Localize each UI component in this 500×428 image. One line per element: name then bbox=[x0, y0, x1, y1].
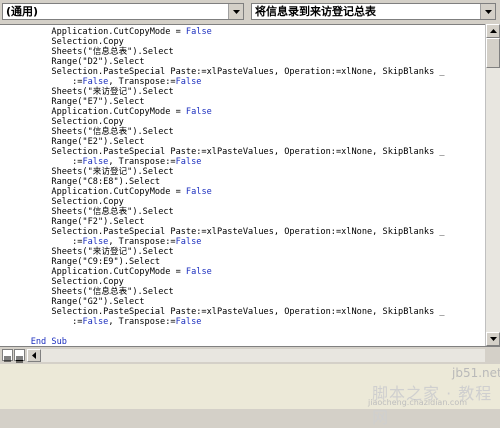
code-line[interactable]: Application.CutCopyMode = False bbox=[10, 267, 212, 277]
object-combo-value: (通用) bbox=[6, 5, 39, 18]
code-text: := bbox=[10, 317, 83, 327]
code-text: , Transpose:= bbox=[108, 157, 176, 167]
procedure-combo-value: 将信息录到来访登记总表 bbox=[255, 5, 376, 18]
code-line[interactable]: :=False, Transpose:=False bbox=[10, 157, 201, 167]
code-keyword: False bbox=[82, 237, 109, 247]
code-line[interactable]: Selection.PasteSpecial Paste:=xlPasteVal… bbox=[10, 67, 445, 77]
code-text: Application.CutCopyMode = bbox=[10, 107, 186, 117]
code-text: Selection.Copy bbox=[10, 277, 124, 287]
code-text: Selection.PasteSpecial Paste:=xlPasteVal… bbox=[10, 227, 445, 237]
code-line[interactable]: Sheets("信息总表").Select bbox=[10, 127, 174, 137]
code-keyword: False bbox=[175, 317, 202, 327]
code-text: Range("E7").Select bbox=[10, 97, 145, 107]
code-text: , Transpose:= bbox=[108, 77, 176, 87]
code-text: Selection.Copy bbox=[10, 37, 124, 47]
chevron-down-icon[interactable] bbox=[480, 4, 495, 19]
code-text: Range("C9:E9").Select bbox=[10, 257, 161, 267]
procedure-combo[interactable]: 将信息录到来访登记总表 bbox=[251, 3, 496, 20]
code-text: Selection.PasteSpecial Paste:=xlPasteVal… bbox=[10, 147, 445, 157]
code-text: := bbox=[10, 237, 83, 247]
code-text: Sheets("信息总表").Select bbox=[10, 287, 174, 297]
scrollbar-thumb[interactable] bbox=[486, 38, 500, 68]
code-line[interactable]: Selection.PasteSpecial Paste:=xlPasteVal… bbox=[10, 147, 445, 157]
code-text: Application.CutCopyMode = bbox=[10, 187, 186, 197]
arrow-down-icon[interactable] bbox=[486, 332, 500, 346]
code-line[interactable]: :=False, Transpose:=False bbox=[10, 237, 201, 247]
code-text: Sheets("信息总表").Select bbox=[10, 47, 174, 57]
code-line[interactable]: :=False, Transpose:=False bbox=[10, 77, 201, 87]
watermark-site: jb51.net bbox=[452, 366, 500, 380]
code-text: , Transpose:= bbox=[108, 317, 176, 327]
procedure-view-icon[interactable] bbox=[2, 349, 13, 362]
code-line[interactable]: Sheets("来访登记").Select bbox=[10, 247, 174, 257]
code-text: Range("G2").Select bbox=[10, 297, 145, 307]
chevron-down-icon[interactable] bbox=[228, 4, 243, 19]
horizontal-scrollbar[interactable] bbox=[41, 349, 485, 362]
code-text: Range("F2").Select bbox=[10, 217, 145, 227]
code-line[interactable]: Sheets("信息总表").Select bbox=[10, 47, 174, 57]
arrow-left-icon[interactable] bbox=[27, 349, 41, 362]
code-line[interactable]: Selection.Copy bbox=[10, 117, 124, 127]
code-line[interactable]: Range("G2").Select bbox=[10, 297, 145, 307]
code-line[interactable]: Sheets("信息总表").Select bbox=[10, 287, 174, 297]
code-line[interactable]: Selection.PasteSpecial Paste:=xlPasteVal… bbox=[10, 227, 445, 237]
code-text: Application.CutCopyMode = bbox=[10, 27, 186, 37]
code-keyword: False bbox=[185, 267, 212, 277]
code-line[interactable]: Range("E2").Select bbox=[10, 137, 145, 147]
code-text: Sheets("信息总表").Select bbox=[10, 207, 174, 217]
code-text: Application.CutCopyMode = bbox=[10, 267, 186, 277]
code-line[interactable]: Range("D2").Select bbox=[10, 57, 145, 67]
code-line[interactable]: Sheets("来访登记").Select bbox=[10, 167, 174, 177]
arrow-up-icon[interactable] bbox=[486, 24, 500, 38]
code-text: Selection.PasteSpecial Paste:=xlPasteVal… bbox=[10, 307, 445, 317]
code-line[interactable]: Selection.Copy bbox=[10, 37, 124, 47]
code-text: := bbox=[10, 77, 83, 87]
code-editor[interactable]: Application.CutCopyMode = False Selectio… bbox=[0, 24, 485, 347]
watermark-url: jiaocheng.chazidian.com bbox=[368, 398, 468, 407]
code-text: Range("D2").Select bbox=[10, 57, 145, 67]
code-line[interactable]: Range("F2").Select bbox=[10, 217, 145, 227]
code-text: Sheets("来访登记").Select bbox=[10, 87, 174, 97]
code-keyword: False bbox=[82, 157, 109, 167]
code-text: Range("E2").Select bbox=[10, 137, 145, 147]
code-window-bottom-bar bbox=[0, 346, 500, 364]
code-text: Selection.PasteSpecial Paste:=xlPasteVal… bbox=[10, 67, 445, 77]
code-window-toolbar: (通用) 将信息录到来访登记总表 bbox=[0, 0, 500, 26]
code-keyword: False bbox=[175, 237, 202, 247]
code-keyword: False bbox=[175, 77, 202, 87]
code-keyword: False bbox=[82, 317, 109, 327]
code-keyword: False bbox=[82, 77, 109, 87]
full-module-view-icon[interactable] bbox=[14, 349, 25, 363]
code-keyword: False bbox=[175, 157, 202, 167]
code-text: Sheets("信息总表").Select bbox=[10, 127, 174, 137]
code-line[interactable]: Selection.PasteSpecial Paste:=xlPasteVal… bbox=[10, 307, 445, 317]
code-keyword: False bbox=[185, 187, 212, 197]
code-text: Range("C8:E8").Select bbox=[10, 177, 161, 187]
code-text: , Transpose:= bbox=[108, 237, 176, 247]
object-combo[interactable]: (通用) bbox=[2, 3, 244, 20]
code-line[interactable]: Range("E7").Select bbox=[10, 97, 145, 107]
code-text: Sheets("来访登记").Select bbox=[10, 167, 174, 177]
vertical-scrollbar[interactable] bbox=[485, 24, 500, 346]
code-keyword: False bbox=[185, 27, 212, 37]
code-text: := bbox=[10, 157, 83, 167]
code-line[interactable]: :=False, Transpose:=False bbox=[10, 317, 201, 327]
code-line[interactable]: Selection.Copy bbox=[10, 277, 124, 287]
code-text: Sheets("来访登记").Select bbox=[10, 247, 174, 257]
code-line[interactable]: Sheets("来访登记").Select bbox=[10, 87, 174, 97]
code-keyword: False bbox=[185, 107, 212, 117]
code-line[interactable]: Application.CutCopyMode = False bbox=[10, 187, 212, 197]
code-line[interactable]: Selection.Copy bbox=[10, 197, 124, 207]
code-text: Selection.Copy bbox=[10, 197, 124, 207]
code-line[interactable]: Sheets("信息总表").Select bbox=[10, 207, 174, 217]
code-text: Selection.Copy bbox=[10, 117, 124, 127]
code-line[interactable]: Range("C8:E8").Select bbox=[10, 177, 160, 187]
code-line[interactable]: Application.CutCopyMode = False bbox=[10, 27, 212, 37]
code-line[interactable]: Application.CutCopyMode = False bbox=[10, 107, 212, 117]
code-line[interactable]: Range("C9:E9").Select bbox=[10, 257, 160, 267]
